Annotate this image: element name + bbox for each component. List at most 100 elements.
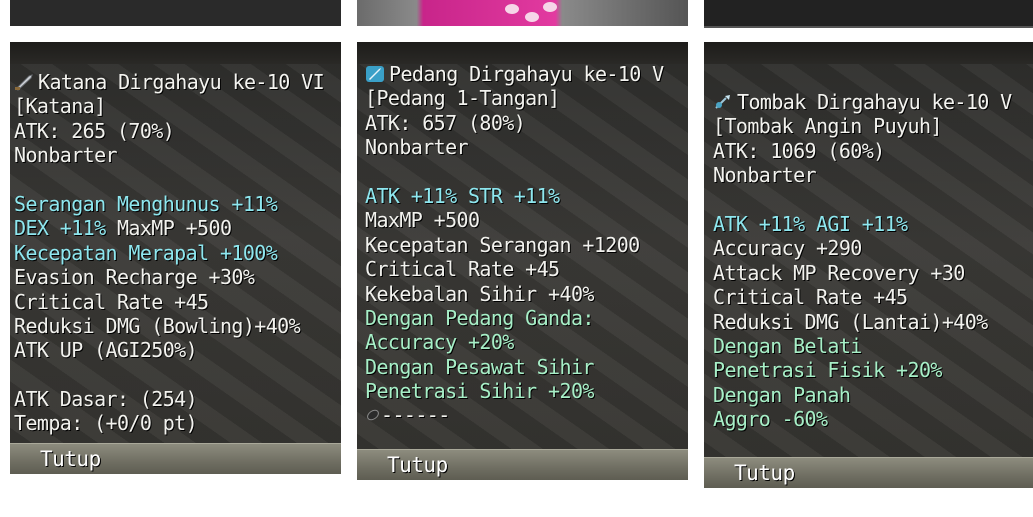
item-panel-tombak: Tombak Dirgahayu ke-10 V [Tombak Angin Pu… — [704, 42, 1033, 488]
top-strip-left — [10, 0, 341, 26]
sword-icon — [365, 64, 385, 82]
stat-text: ------ — [381, 403, 450, 428]
stat-line: Accuracy +290 — [713, 236, 1033, 260]
stat-line: Dengan Pesawat Sihir — [365, 355, 688, 379]
item-title-text: Tombak Dirgahayu ke-10 V — [737, 90, 1012, 114]
stat-line: ATK: 657 (80%) — [365, 111, 688, 135]
stat-text: Accuracy +20% — [365, 330, 514, 355]
stat-text: Dengan Pedang Ganda: — [365, 305, 594, 330]
close-button[interactable]: Tutup — [40, 447, 101, 471]
stat-line: ATK: 265 (70%) — [14, 119, 341, 143]
stat-line: ATK UP (AGI250%) — [14, 338, 341, 362]
top-strip-right — [704, 0, 1033, 28]
stat-text: Kecepatan Merapal +100% — [14, 240, 278, 265]
stat-line: Penetrasi Sihir +20% — [365, 379, 688, 403]
stat-line: Critical Rate +45 — [713, 285, 1033, 309]
stat-line: Kecepatan Serangan +1200 — [365, 233, 688, 257]
panel-footer: Tutup — [357, 449, 688, 480]
stat-text: ATK +11% AGI +11% — [713, 211, 908, 236]
stat-line: Critical Rate +45 — [14, 290, 341, 314]
stat-line: Nonbarter — [713, 163, 1033, 187]
panel-header-bar — [357, 42, 688, 64]
stat-text: ATK Dasar: (254) — [14, 387, 198, 412]
stat-segment: MaxMP +500 — [105, 216, 232, 241]
stat-line: Aggro -60% — [713, 407, 1033, 431]
stat-line: Evasion Recharge +30% — [14, 265, 341, 289]
stat-text: Nonbarter — [14, 143, 118, 168]
stat-line: [Tombak Angin Puyuh] — [713, 114, 1033, 138]
stat-text: Penetrasi Fisik +20% — [713, 358, 942, 383]
stat-text: ATK: 1069 (60%) — [713, 138, 885, 163]
panel-header-bar — [10, 42, 341, 64]
stat-text: Dengan Belati — [713, 333, 862, 358]
stat-line: Serangan Menghunus +11% — [14, 192, 341, 216]
stat-line: [Katana] — [14, 94, 341, 118]
close-button[interactable]: Tutup — [734, 461, 795, 485]
petal-decoration — [543, 2, 557, 12]
stat-line: ATK: 1069 (60%) — [713, 139, 1033, 163]
stat-text: Tempa: (+0/0 pt) — [14, 411, 198, 436]
stat-text: Reduksi DMG (Lantai)+40% — [713, 309, 988, 334]
stat-line: Kekebalan Sihir +40% — [365, 282, 688, 306]
item-details: Tombak Dirgahayu ke-10 V [Tombak Angin Pu… — [713, 90, 1033, 431]
stat-line: Critical Rate +45 — [365, 257, 688, 281]
panel-header-bar — [704, 42, 1033, 64]
stat-text: Accuracy +290 — [713, 236, 862, 261]
stat-line: ATK Dasar: (254) — [14, 387, 341, 411]
stat-line: Nonbarter — [365, 135, 688, 159]
stat-line: Dengan Panah — [713, 383, 1033, 407]
stat-text: Critical Rate +45 — [14, 289, 209, 314]
bean-icon — [365, 403, 381, 421]
stat-text: [Tombak Angin Puyuh] — [713, 114, 942, 139]
stat-text: Kecepatan Serangan +1200 — [365, 232, 640, 257]
stat-line: MaxMP +500 — [365, 208, 688, 232]
stat-text: Evasion Recharge +30% — [14, 265, 255, 290]
stat-text: ATK: 657 (80%) — [365, 110, 526, 135]
stat-text: Dengan Panah — [713, 382, 851, 407]
stat-line: Dengan Pedang Ganda: — [365, 306, 688, 330]
item-details: Pedang Dirgahayu ke-10 V [Pedang 1-Tangan… — [365, 62, 688, 428]
stat-line: Penetrasi Fisik +20% — [713, 358, 1033, 382]
stat-line: [Pedang 1-Tangan] — [365, 86, 688, 110]
stat-text: Nonbarter — [365, 135, 469, 160]
close-button[interactable]: Tutup — [387, 453, 448, 477]
stat-line: Nonbarter — [14, 143, 341, 167]
stat-text: Aggro -60% — [713, 407, 828, 432]
item-title-text: Pedang Dirgahayu ke-10 V — [389, 62, 664, 86]
stat-text: Kekebalan Sihir +40% — [365, 281, 594, 306]
stat-line: Dengan Belati — [713, 334, 1033, 358]
stat-text: ATK: 265 (70%) — [14, 118, 175, 143]
top-strip-middle — [357, 0, 688, 26]
item-title: Katana Dirgahayu ke-10 VI — [14, 70, 341, 94]
panel-footer: Tutup — [704, 457, 1033, 488]
item-title: Pedang Dirgahayu ke-10 V — [365, 62, 688, 86]
stat-line: Attack MP Recovery +30 — [713, 261, 1033, 285]
stat-text: Serangan Menghunus +11% — [14, 191, 278, 216]
panel-footer: Tutup — [10, 443, 341, 474]
stat-text: MaxMP +500 — [365, 208, 480, 233]
stat-text: Attack MP Recovery +30 — [713, 260, 965, 285]
stat-segment: DEX +11% — [14, 216, 106, 241]
petal-decoration — [525, 12, 539, 22]
stat-text: Penetrasi Sihir +20% — [365, 379, 594, 404]
stat-line: Tempa: (+0/0 pt) — [14, 411, 341, 435]
spear-icon — [713, 92, 733, 110]
item-panel-katana: Katana Dirgahayu ke-10 VI [Katana] ATK: 26… — [10, 42, 341, 474]
stat-line: Kecepatan Merapal +100% — [14, 241, 341, 265]
item-title-text: Katana Dirgahayu ke-10 VI — [38, 70, 325, 94]
stat-text: Reduksi DMG (Bowling)+40% — [14, 313, 301, 338]
stat-text: [Pedang 1-Tangan] — [365, 86, 560, 111]
katana-icon — [14, 72, 34, 91]
stat-text: Critical Rate +45 — [713, 285, 908, 310]
stat-line: ------ — [365, 403, 688, 427]
stat-line: Reduksi DMG (Lantai)+40% — [713, 310, 1033, 334]
item-panel-pedang: Pedang Dirgahayu ke-10 V [Pedang 1-Tangan… — [357, 42, 688, 480]
petal-decoration — [505, 4, 519, 14]
item-details: Katana Dirgahayu ke-10 VI [Katana] ATK: 26… — [14, 70, 341, 436]
stat-line: ATK +11% STR +11% — [365, 184, 688, 208]
stat-text: ATK +11% STR +11% — [365, 183, 560, 208]
